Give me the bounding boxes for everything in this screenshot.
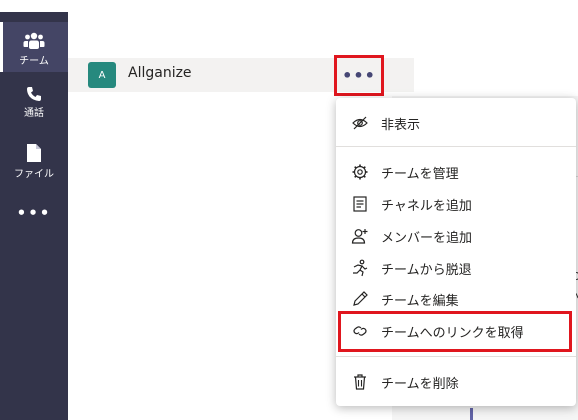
channel-list-icon: [353, 196, 367, 212]
menu-item-label: チームを編集: [381, 293, 459, 309]
pencil-icon: [353, 291, 368, 306]
menu-item-edit-team[interactable]: チームを編集: [336, 284, 576, 314]
team-name: Allganize: [128, 65, 192, 81]
rail-item-teams[interactable]: チーム: [0, 22, 68, 72]
rail-item-files[interactable]: ファイル: [0, 143, 68, 183]
gear-icon: [352, 164, 368, 180]
menu-item-label: チームを削除: [381, 376, 459, 392]
menu-item-hide[interactable]: 非表示: [336, 108, 576, 138]
menu-divider: [336, 356, 576, 357]
menu-item-leave-team[interactable]: チームから脱退: [336, 253, 576, 283]
eye-off-icon: [352, 116, 368, 130]
menu-item-label: チームを管理: [381, 166, 459, 182]
more-apps-button[interactable]: •••: [0, 204, 68, 222]
menu-item-label: チームから脱退: [381, 262, 472, 278]
highlight-box: [334, 55, 384, 96]
menu-item-label: メンバーを追加: [381, 230, 473, 246]
menu-item-manage-team[interactable]: チームを管理: [336, 157, 576, 187]
file-icon: [27, 144, 41, 162]
team-context-menu: 非表示 チームを管理 チャネルを追加 メンバーを追加 チームから脱退 チームを編…: [336, 98, 576, 406]
rail-item-label: 通話: [24, 108, 44, 119]
rail-item-label: チーム: [19, 56, 49, 67]
menu-item-delete-team[interactable]: チームを削除: [336, 367, 576, 397]
menu-item-label: チャネルを追加: [381, 198, 472, 214]
menu-item-label: 非表示: [381, 117, 421, 133]
menu-item-add-member[interactable]: メンバーを追加: [336, 221, 576, 251]
add-person-icon: [351, 229, 368, 244]
teams-icon: [23, 32, 45, 49]
trash-icon: [354, 374, 366, 390]
rail-item-calls[interactable]: 通話: [0, 86, 68, 126]
menu-item-add-channel[interactable]: チャネルを追加: [336, 189, 576, 219]
team-avatar: A: [88, 62, 116, 88]
rail-item-label: ファイル: [14, 169, 54, 180]
menu-divider: [336, 146, 576, 147]
running-person-icon: [353, 259, 368, 277]
phone-icon: [27, 87, 41, 101]
background-accent: [470, 408, 473, 420]
highlight-box: [338, 311, 572, 352]
rail-top-strip: [0, 0, 68, 12]
